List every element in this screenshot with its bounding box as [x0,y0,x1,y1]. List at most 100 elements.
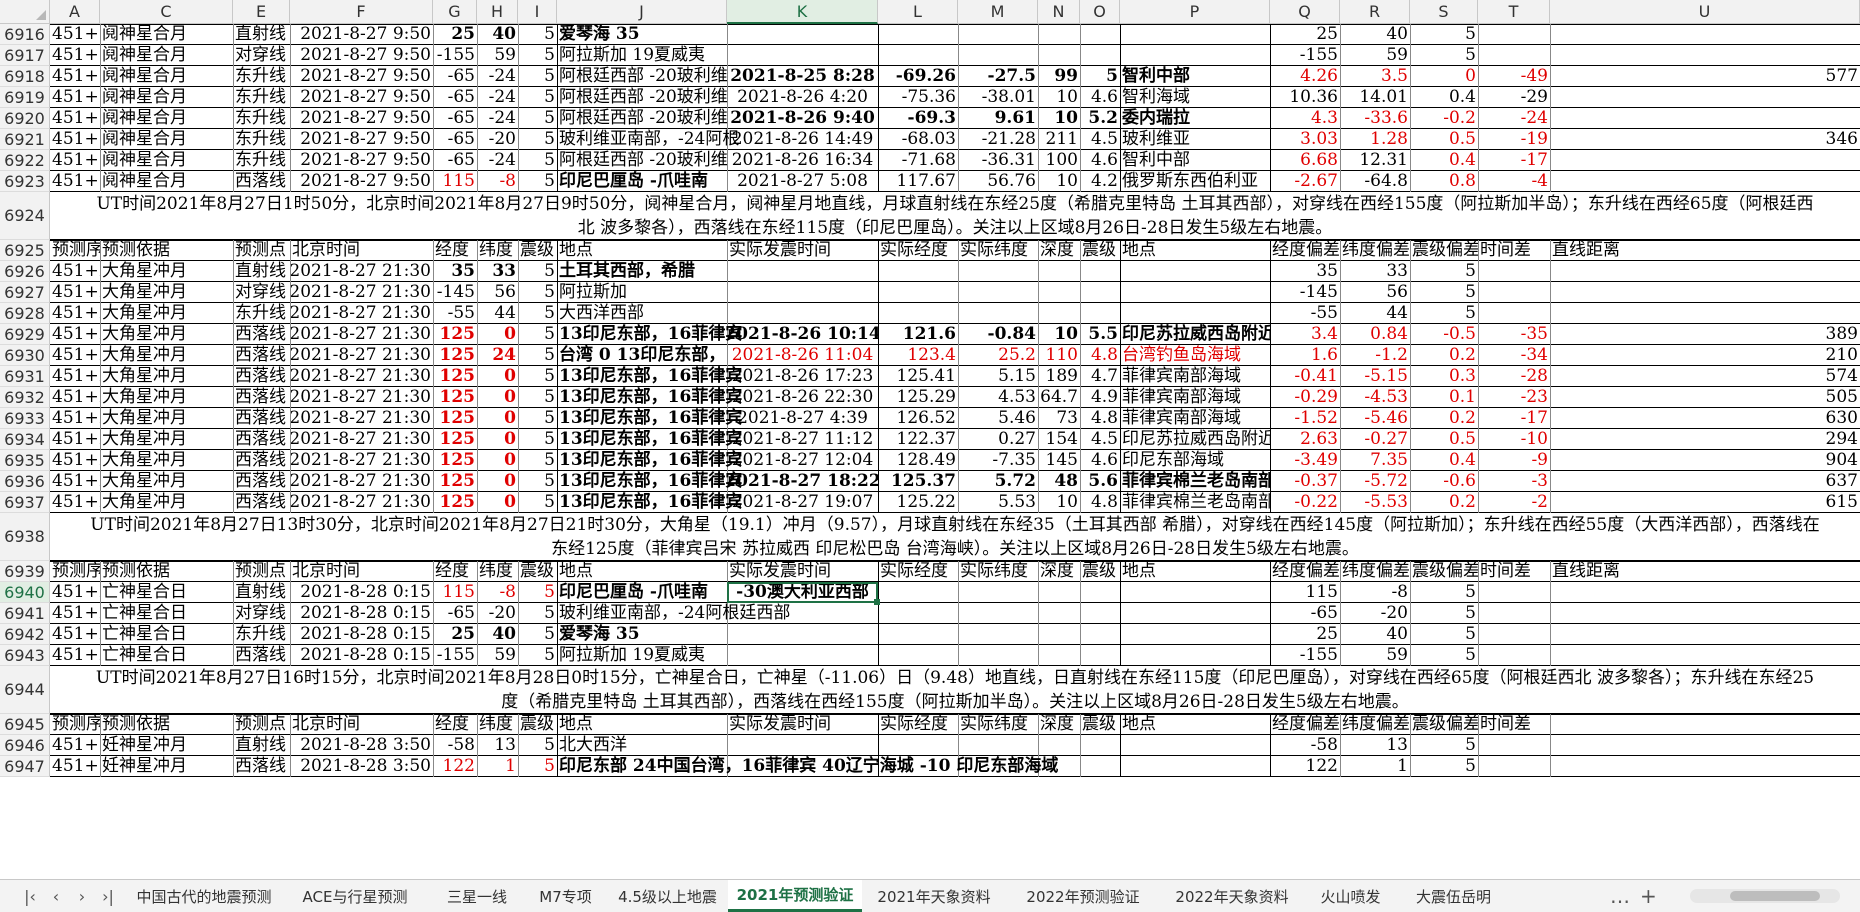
data-cell[interactable] [1478,282,1550,303]
data-cell[interactable]: 4.9 [1080,387,1120,408]
data-cell[interactable]: 5 [518,129,557,150]
header-cell[interactable]: 实际经度 [878,714,958,735]
data-cell[interactable] [1550,282,1860,303]
data-cell[interactable] [878,735,958,756]
data-cell[interactable]: 3.03 [1270,129,1340,150]
header-cell[interactable]: 地点 [1120,561,1270,582]
data-cell[interactable]: -0.22 [1270,492,1340,513]
data-cell[interactable]: 5 [518,261,557,282]
data-cell[interactable]: 5.6 [1080,471,1120,492]
data-cell[interactable] [1038,24,1080,45]
data-cell[interactable]: -33.6 [1340,108,1410,129]
data-cell[interactable]: 西落线 [233,450,290,471]
header-cell[interactable]: 纬度 [477,714,518,735]
column-header-e[interactable]: E [233,0,290,24]
data-cell[interactable]: 451+2 [50,345,100,366]
data-cell[interactable]: -5.72 [1340,471,1410,492]
data-cell[interactable]: 451+2 [50,408,100,429]
data-cell[interactable]: 阋神星合月 [100,24,233,45]
data-cell[interactable]: -75.36 [878,87,958,108]
header-cell[interactable]: 预测点 [233,714,290,735]
data-cell[interactable] [1550,645,1860,666]
data-cell[interactable]: 2021-8-27 5:08 [727,171,878,192]
data-cell[interactable]: 14.01 [1340,87,1410,108]
data-cell[interactable]: 阋神星合月 [100,171,233,192]
data-cell[interactable]: 126.52 [878,408,958,429]
data-cell[interactable]: 0.2 [1410,345,1478,366]
sheet-tab-5[interactable]: 2021年预测验证 [728,880,862,912]
data-cell[interactable]: -5.46 [1340,408,1410,429]
row-header-6947[interactable]: 6947 [0,756,50,777]
data-cell[interactable]: 5 [1410,582,1478,603]
data-cell[interactable]: 1 [477,756,518,777]
data-cell[interactable]: 2021-8-27 21:30 [290,408,433,429]
data-cell[interactable]: 5 [518,756,557,777]
data-cell[interactable]: 5 [518,492,557,513]
data-cell[interactable] [1080,645,1120,666]
data-cell[interactable]: 2021-8-27 9:50 [290,171,433,192]
data-cell[interactable]: 13印尼东部，16菲律宾 [557,408,742,429]
data-cell[interactable]: 7.35 [1340,450,1410,471]
row-header-6944[interactable]: 6944 [0,666,50,714]
row-header-6940[interactable]: 6940 [0,582,50,603]
header-cell[interactable]: 直线距离 [1550,240,1860,261]
data-cell[interactable]: 2021-8-28 3:50 [290,756,433,777]
row-header-6942[interactable]: 6942 [0,624,50,645]
header-cell[interactable]: 直线距离 [1550,561,1860,582]
data-cell[interactable]: 13印尼东部，16菲律宾 [557,429,742,450]
data-cell[interactable]: -1.52 [1270,408,1340,429]
data-cell[interactable]: 阿根廷西部 -20玻利维 [557,150,728,171]
data-cell[interactable]: 0.4 [1410,87,1478,108]
data-cell[interactable]: -19 [1478,129,1550,150]
data-cell[interactable]: -155 [433,45,477,66]
data-cell[interactable]: -65 [433,66,477,87]
data-cell[interactable] [958,24,1038,45]
data-cell[interactable]: 2021-8-28 0:15 [290,603,433,624]
data-cell[interactable]: 爱琴海 35 [557,624,727,645]
data-cell[interactable]: -4.53 [1340,387,1410,408]
data-cell[interactable]: 451+2 [50,450,100,471]
data-cell[interactable]: 24 [477,345,518,366]
data-cell[interactable]: 637 [1550,471,1860,492]
data-cell[interactable]: 东升线 [233,150,290,171]
data-cell[interactable]: 西落线 [233,492,290,513]
data-cell[interactable]: 玻利维亚南部，-24阿根廷西部 [557,603,790,624]
data-cell[interactable]: 4.53 [958,387,1038,408]
data-cell[interactable]: 大角星冲月 [100,261,233,282]
data-cell[interactable]: 阿拉斯加 19夏威夷 [557,45,727,66]
data-cell[interactable]: 115 [433,582,477,603]
data-cell[interactable]: 阿拉斯加 19夏威夷 [557,645,727,666]
column-header-c[interactable]: C [100,0,233,24]
row-header-6920[interactable]: 6920 [0,108,50,129]
data-cell[interactable]: -21.28 [958,129,1038,150]
data-cell[interactable]: 2021-8-28 0:15 [290,645,433,666]
column-header-l[interactable]: L [878,0,958,24]
data-cell[interactable]: 10 [1038,108,1080,129]
data-cell[interactable]: 5.72 [958,471,1038,492]
data-cell[interactable]: 玻利维亚 [1120,129,1270,150]
data-cell[interactable] [958,261,1038,282]
header-cell[interactable]: 纬度偏差 [1340,240,1410,261]
data-cell[interactable]: 115 [433,171,477,192]
data-cell[interactable]: 13 [477,735,518,756]
data-cell[interactable]: 9.61 [958,108,1038,129]
data-cell[interactable]: 对穿线 [233,45,290,66]
data-cell[interactable] [1478,45,1550,66]
header-cell[interactable]: 预测序 [50,561,100,582]
data-cell[interactable]: 630 [1550,408,1860,429]
data-cell[interactable]: 10 [1038,324,1080,345]
data-cell[interactable]: 2021-8-27 21:30 [290,387,433,408]
data-cell[interactable]: 4.5 [1080,429,1120,450]
header-cell[interactable]: 北京时间 [290,714,433,735]
data-cell[interactable]: 110 [1038,345,1080,366]
header-cell[interactable]: 北京时间 [290,240,433,261]
data-cell[interactable]: -155 [1270,45,1340,66]
forecast-note[interactable]: UT时间2021年8月27日13时30分，北京时间2021年8月27日21时30… [50,513,1860,561]
data-cell[interactable]: 阋神星合月 [100,150,233,171]
data-cell[interactable]: 5 [518,582,557,603]
data-cell[interactable]: 0.2 [1410,492,1478,513]
data-cell[interactable]: -30澳大利亚西部 [727,582,878,603]
data-cell[interactable]: -65 [433,87,477,108]
data-cell[interactable] [1120,624,1270,645]
row-header-6931[interactable]: 6931 [0,366,50,387]
